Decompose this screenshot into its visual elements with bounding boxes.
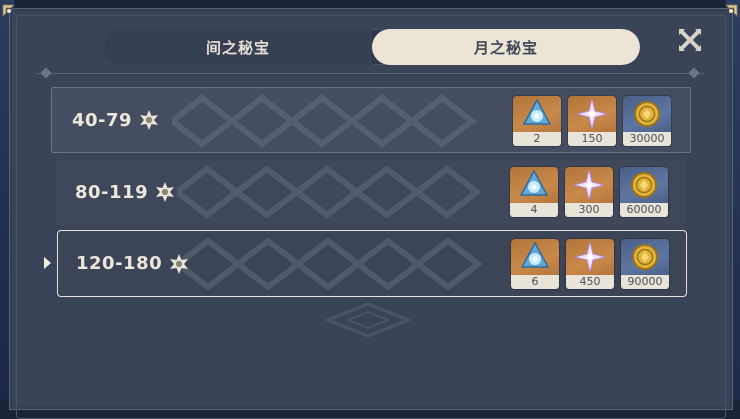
- level-range: 120-180: [76, 231, 190, 296]
- reward-item[interactable]: 150: [568, 96, 616, 146]
- blue-orb-icon: [520, 241, 550, 268]
- reward-count: 450: [566, 275, 614, 289]
- reward-list: 4 300 60000: [510, 167, 668, 217]
- level-range-label: 40-79: [72, 109, 133, 131]
- reward-item[interactable]: 4: [510, 167, 558, 217]
- reward-row[interactable]: 80-119 4 300 60000: [57, 159, 685, 225]
- reward-count: 2: [513, 132, 561, 146]
- level-range: 80-119: [75, 159, 176, 225]
- blue-orb-icon: [522, 98, 552, 125]
- reward-count: 30000: [623, 132, 671, 146]
- level-range: 40-79: [72, 88, 160, 152]
- star-emblem-icon: [170, 253, 189, 274]
- star-crystal-icon: [573, 169, 605, 201]
- gold-coin-icon: [632, 244, 658, 270]
- reward-count: 6: [511, 275, 559, 289]
- selection-arrow-icon: [44, 257, 51, 269]
- reward-list: 2 150 30000: [513, 96, 671, 146]
- reward-item[interactable]: 300: [565, 167, 613, 217]
- star-emblem-icon: [156, 182, 175, 202]
- reward-item[interactable]: 90000: [621, 239, 669, 289]
- row-pattern: [178, 237, 483, 291]
- reward-item[interactable]: 6: [511, 239, 559, 289]
- corner-ornament-icon: [2, 4, 15, 17]
- tab-jian-treasure[interactable]: 间之秘宝: [104, 29, 372, 65]
- gold-coin-icon: [631, 172, 657, 198]
- reward-item[interactable]: 60000: [620, 167, 668, 217]
- level-range-label: 120-180: [76, 253, 163, 274]
- reward-row[interactable]: 40-79 2 150 30000: [51, 87, 691, 153]
- reward-count: 4: [510, 203, 558, 217]
- header-divider: [36, 73, 704, 74]
- tab-bar: 间之秘宝 月之秘宝: [104, 29, 640, 65]
- row-pattern: [177, 165, 482, 219]
- star-emblem-icon: [140, 110, 159, 130]
- reward-item[interactable]: 30000: [623, 96, 671, 146]
- row-pattern: [172, 94, 477, 148]
- reward-list: 6 450 90000: [511, 239, 669, 289]
- corner-ornament-icon: [725, 4, 738, 17]
- background-emblem-icon: [323, 302, 413, 338]
- reward-item[interactable]: 450: [566, 239, 614, 289]
- reward-count: 300: [565, 203, 613, 217]
- blue-orb-icon: [519, 169, 549, 196]
- level-range-label: 80-119: [75, 181, 149, 203]
- reward-count: 150: [568, 132, 616, 146]
- reward-row-selected[interactable]: 120-180 6 450 90000: [57, 230, 687, 297]
- gold-coin-icon: [634, 101, 660, 127]
- star-crystal-icon: [574, 241, 606, 273]
- close-icon[interactable]: [677, 27, 703, 53]
- tab-moon-treasure[interactable]: 月之秘宝: [372, 29, 640, 65]
- reward-count: 60000: [620, 203, 668, 217]
- star-crystal-icon: [576, 98, 608, 130]
- reward-item[interactable]: 2: [513, 96, 561, 146]
- reward-count: 90000: [621, 275, 669, 289]
